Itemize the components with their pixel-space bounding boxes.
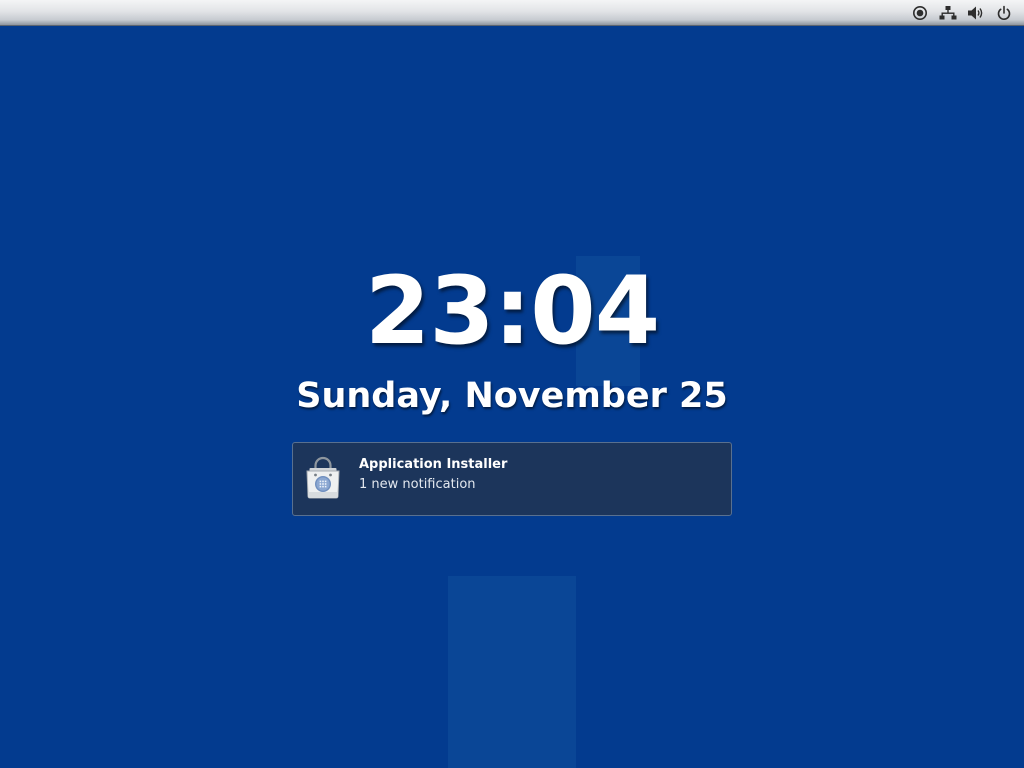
top-panel [0, 0, 1024, 26]
notification-body: 1 new notification [359, 477, 476, 492]
network-wired-icon[interactable] [938, 3, 958, 23]
lockscreen-clock: 23:04 [364, 257, 660, 366]
system-tray [902, 3, 1014, 23]
volume-icon[interactable] [966, 3, 986, 23]
accessibility-icon[interactable] [910, 3, 930, 23]
software-bag-icon [303, 456, 343, 500]
notification-card[interactable]: Application Installer 1 new notification [292, 442, 732, 516]
notification-title: Application Installer [359, 457, 508, 472]
background-stripe [448, 576, 576, 768]
lockscreen-date: Sunday, November 25 [296, 376, 728, 416]
power-icon[interactable] [994, 3, 1014, 23]
